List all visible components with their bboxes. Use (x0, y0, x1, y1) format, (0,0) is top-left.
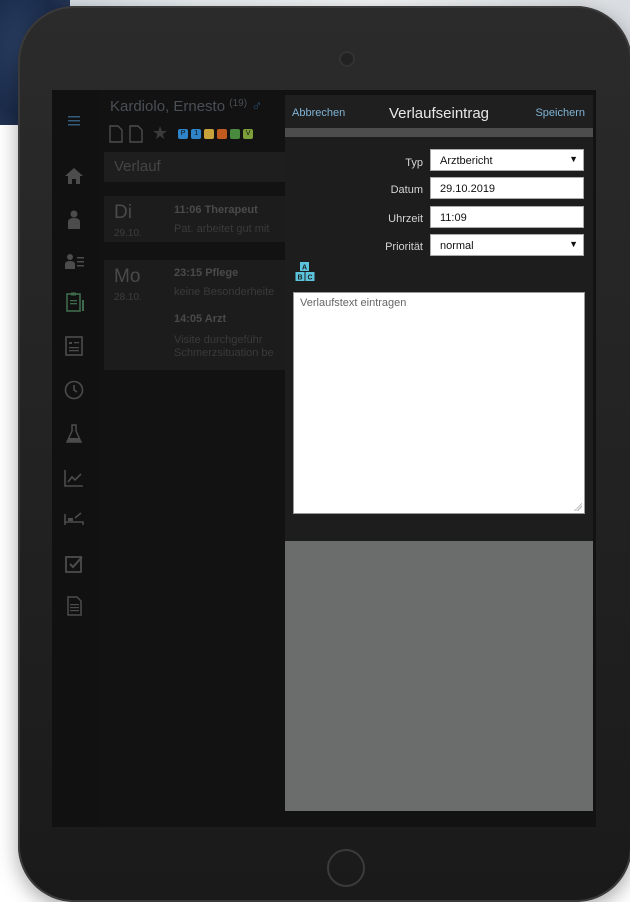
save-button[interactable]: Speichern (535, 107, 585, 119)
patient-name-text: Kardiolo, Ernesto (110, 98, 226, 115)
document-icon[interactable] (60, 592, 88, 620)
clipboard-icon[interactable] (60, 288, 88, 316)
chart-icon[interactable] (60, 464, 88, 492)
person-list-icon[interactable] (60, 248, 88, 276)
time-value: 11:09 (440, 212, 467, 224)
time-label: Uhrzeit (388, 213, 423, 225)
home-icon[interactable] (60, 162, 88, 190)
patient-name[interactable]: Kardiolo, Ernesto (19) ♂ (110, 98, 262, 115)
document-outline-icon[interactable] (128, 124, 144, 143)
time-field[interactable]: 11:09 (430, 206, 584, 228)
type-value: Arztbericht (440, 155, 493, 167)
status-chip[interactable] (204, 128, 215, 139)
flask-icon[interactable] (60, 420, 88, 448)
entry-text-area[interactable]: Verlaufstext eintragen (293, 292, 585, 514)
entry-text: keine Besonderheite (174, 286, 275, 298)
priority-value: normal (440, 240, 474, 252)
entry-header: 11:06 Therapeut (174, 204, 258, 216)
male-icon: ♂ (251, 98, 263, 115)
patient-age: (19) (229, 98, 248, 109)
priority-select[interactable]: normal ▼ (430, 234, 584, 256)
divider (285, 128, 593, 137)
svg-text:B: B (297, 275, 302, 282)
status-chip[interactable] (230, 128, 241, 139)
entry-text: Visite durchgeführ Schmerzsituation be (174, 334, 274, 359)
status-chip[interactable]: 1 (191, 128, 202, 139)
abc-blocks-icon[interactable]: A B C (295, 261, 315, 283)
day-date: 28.10. (114, 292, 142, 303)
type-select[interactable]: Arztbericht ▼ (430, 149, 584, 171)
date-value: 29.10.2019 (440, 183, 496, 195)
modal-form-area: Abbrechen Verlaufseintrag Speichern Typ … (285, 95, 593, 541)
modal-header: Abbrechen Verlaufseintrag Speichern (285, 95, 593, 128)
checkbox-icon[interactable] (60, 550, 88, 578)
dropdown-arrow-icon: ▼ (569, 239, 578, 249)
resize-handle[interactable] (574, 503, 582, 511)
svg-text:A: A (302, 265, 307, 272)
menu-icon[interactable] (60, 106, 88, 134)
id-card-icon[interactable] (60, 332, 88, 360)
text-placeholder: Verlaufstext eintragen (300, 297, 407, 309)
section-title: Verlauf (114, 158, 161, 175)
dropdown-arrow-icon: ▼ (569, 154, 578, 164)
person-icon[interactable] (60, 206, 88, 234)
svg-text:C: C (307, 275, 312, 282)
clock-icon[interactable] (60, 376, 88, 404)
sidebar (52, 90, 100, 827)
entry-modal: Abbrechen Verlaufseintrag Speichern Typ … (285, 95, 593, 811)
home-button[interactable] (327, 849, 365, 887)
priority-label: Priorität (385, 241, 423, 253)
patient-flags: ★ P1 V (108, 123, 254, 144)
status-chips: P1 V (178, 128, 254, 139)
entry-text: Pat. arbeitet gut mit (174, 223, 270, 235)
camera-icon (341, 53, 353, 65)
star-icon[interactable]: ★ (152, 123, 168, 144)
document-outline-icon[interactable] (108, 124, 124, 143)
date-label: Datum (390, 184, 423, 196)
tablet-screen: Kardiolo, Ernesto (19) ♂ ★ P1 V Verlauf D… (52, 90, 596, 827)
day-of-week: Mo (114, 266, 141, 287)
status-chip[interactable]: V (243, 128, 254, 139)
entry-header: 14:05 Arzt (174, 313, 227, 325)
entry-header: 23:15 Pflege (174, 267, 239, 279)
day-date: 29.10. (114, 228, 142, 239)
date-field[interactable]: 29.10.2019 (430, 177, 584, 199)
status-chip[interactable] (217, 128, 228, 139)
bed-icon[interactable] (60, 504, 88, 532)
type-label: Typ (405, 157, 423, 169)
status-chip[interactable]: P (178, 128, 189, 139)
day-of-week: Di (114, 202, 132, 223)
